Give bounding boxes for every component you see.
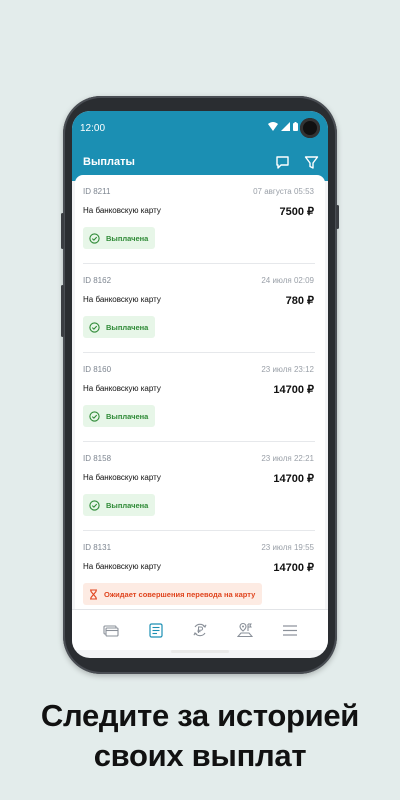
payout-amount: 780 ₽ [285, 295, 314, 307]
phone-screen: 12:00 Выплаты ID 8211 07 августа 05:53 Н… [72, 111, 328, 658]
caption-line: Следите за историей [40, 698, 360, 733]
hamburger-menu-icon [283, 624, 297, 636]
status-text: Выплачена [106, 500, 149, 510]
receipt-list-icon [149, 622, 163, 638]
payout-id: ID 8158 [83, 454, 112, 463]
phone-side-button [61, 285, 64, 337]
payout-method: На банковскую карту [83, 473, 161, 482]
chat-icon [275, 155, 289, 169]
promo-caption: Следите за историей своих выплат [0, 696, 400, 776]
status-badge: Выплачена [83, 405, 156, 427]
status-text: Выплачена [106, 233, 149, 243]
payout-id: ID 8160 [83, 365, 112, 374]
nav-cards[interactable] [100, 619, 122, 641]
payout-item[interactable]: ID 8131 23 июля 19:55 На банковскую карт… [75, 531, 325, 620]
payout-id: ID 8211 [83, 187, 111, 196]
status-badge: Ожидает совершения перевода на карту [83, 583, 263, 605]
payout-method: На банковскую карту [83, 206, 161, 215]
payout-item[interactable]: ID 8158 23 июля 22:21 На банковскую карт… [75, 442, 325, 531]
status-icons [268, 122, 298, 131]
payout-amount: 14700 ₽ [273, 384, 314, 396]
payout-id: ID 8162 [83, 276, 112, 285]
check-circle-icon [89, 410, 100, 422]
phone-side-button [61, 213, 64, 249]
payout-method: На банковскую карту [83, 295, 161, 304]
nav-map[interactable] [234, 619, 256, 641]
check-circle-icon [89, 232, 100, 244]
payouts-list: ID 8211 07 августа 05:53 На банковскую к… [75, 175, 325, 623]
payout-id: ID 8131 [83, 543, 112, 552]
status-text: Ожидает совершения перевода на карту [104, 589, 256, 599]
home-indicator[interactable] [171, 650, 229, 653]
credit-card-icon [103, 624, 119, 637]
payout-item[interactable]: ID 8160 23 июля 23:12 На банковскую карт… [75, 353, 325, 442]
status-badge: Выплачена [83, 494, 156, 516]
payout-date: 07 августа 05:53 [253, 187, 314, 196]
status-bar: 12:00 [72, 111, 328, 145]
battery-icon [293, 122, 298, 131]
payout-date: 24 июля 02:09 [261, 276, 314, 285]
payout-amount: 14700 ₽ [273, 473, 314, 485]
payout-amount: 7500 ₽ [279, 206, 314, 218]
filter-icon [304, 155, 318, 169]
payout-date: 23 июля 22:21 [261, 454, 314, 463]
payout-method: На банковскую карту [83, 562, 161, 571]
payout-date: 23 июля 23:12 [261, 365, 314, 374]
status-badge: Выплачена [83, 316, 156, 338]
signal-icon [281, 122, 290, 131]
nav-payouts[interactable] [145, 619, 167, 641]
phone-side-button [336, 205, 339, 229]
payout-item[interactable]: ID 8211 07 августа 05:53 На банковскую к… [75, 175, 325, 264]
payout-amount: 14700 ₽ [273, 562, 314, 574]
ruble-exchange-icon [193, 623, 207, 637]
payout-item[interactable]: ID 8162 24 июля 02:09 На банковскую карт… [75, 264, 325, 353]
filter-button[interactable] [300, 151, 322, 173]
status-text: Выплачена [106, 411, 149, 421]
status-time: 12:00 [80, 123, 106, 134]
wifi-icon [268, 122, 278, 131]
chat-button[interactable] [271, 151, 293, 173]
bottom-nav [72, 609, 328, 650]
front-camera [300, 118, 320, 138]
nav-exchange[interactable] [189, 619, 211, 641]
status-badge: Выплачена [83, 227, 156, 249]
nav-menu[interactable] [279, 619, 301, 641]
status-text: Выплачена [106, 322, 149, 332]
payout-method: На банковскую карту [83, 384, 161, 393]
payout-date: 23 июля 19:55 [261, 543, 314, 552]
caption-line: своих выплат [93, 738, 307, 773]
page-title: Выплаты [83, 156, 135, 168]
map-pin-icon [237, 622, 253, 638]
check-circle-icon [89, 499, 100, 511]
hourglass-icon [89, 588, 98, 600]
check-circle-icon [89, 321, 100, 333]
